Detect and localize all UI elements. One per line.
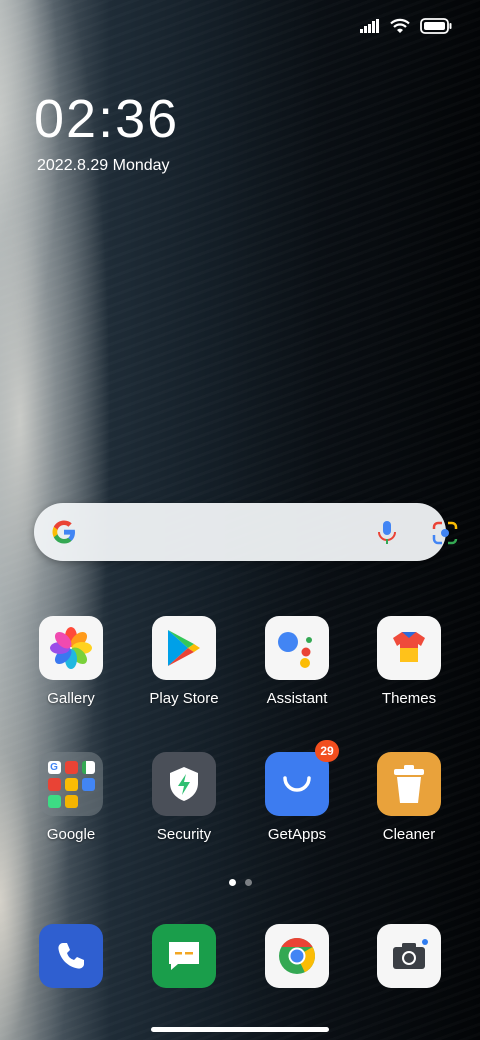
maps-mini-icon <box>81 760 95 774</box>
camera-icon <box>377 924 441 988</box>
security-icon <box>152 752 216 816</box>
wifi-icon <box>390 18 410 33</box>
app-cleaner[interactable]: Cleaner <box>359 752 459 843</box>
dock-chrome[interactable] <box>247 924 347 988</box>
app-label: Security <box>156 826 212 843</box>
assistant-icon <box>265 616 329 680</box>
youtube-mini-icon <box>64 760 78 774</box>
play-store-icon <box>152 616 216 680</box>
gallery-icon <box>39 616 103 680</box>
app-security[interactable]: Security <box>134 752 234 843</box>
cleaner-icon <box>377 752 441 816</box>
google-search-bar[interactable] <box>34 503 458 561</box>
app-label: Assistant <box>266 690 328 707</box>
app-gallery[interactable]: Gallery <box>21 616 121 707</box>
dock-phone[interactable] <box>21 924 121 988</box>
home-gesture-bar[interactable] <box>151 1027 329 1032</box>
android-mini-icon <box>47 794 61 808</box>
youtube-music-mini-icon <box>47 777 61 791</box>
app-label: Play Store <box>149 690 219 707</box>
page-dot <box>245 879 252 886</box>
notification-badge: 29 <box>315 740 339 762</box>
app-themes[interactable]: Themes <box>359 616 459 707</box>
google-app-mini-icon: G <box>47 760 61 774</box>
google-folder-icon: G <box>39 752 103 816</box>
status-bar <box>360 18 452 34</box>
clock-time[interactable]: 02:36 <box>34 92 179 146</box>
microphone-icon[interactable] <box>376 520 398 546</box>
app-assistant[interactable]: Assistant <box>247 616 347 707</box>
app-getapps[interactable]: 29 GetApps <box>247 740 347 843</box>
themes-icon <box>377 616 441 680</box>
photos-mini-icon <box>64 777 78 791</box>
dock-messages[interactable] <box>134 924 234 988</box>
app-label: Gallery <box>47 690 95 707</box>
dock-camera[interactable] <box>359 924 459 988</box>
files-mini-icon <box>64 794 78 808</box>
duo-mini-icon <box>81 777 95 791</box>
page-dot-active <box>229 879 236 886</box>
app-label: Themes <box>381 690 437 707</box>
app-label: GetApps <box>267 826 327 843</box>
app-label: Google <box>46 826 96 843</box>
app-google-folder[interactable]: G Google <box>21 752 121 843</box>
app-play-store[interactable]: Play Store <box>134 616 234 707</box>
chrome-icon <box>265 924 329 988</box>
app-label: Cleaner <box>382 826 436 843</box>
phone-icon <box>39 924 103 988</box>
page-indicator <box>229 879 252 886</box>
google-g-icon <box>52 520 75 544</box>
signal-icon <box>360 19 379 33</box>
clock-date[interactable]: 2022.8.29 Monday <box>37 157 170 175</box>
battery-icon <box>420 18 452 34</box>
messages-icon <box>152 924 216 988</box>
getapps-icon: 29 <box>265 740 339 816</box>
google-lens-icon[interactable] <box>432 521 458 545</box>
